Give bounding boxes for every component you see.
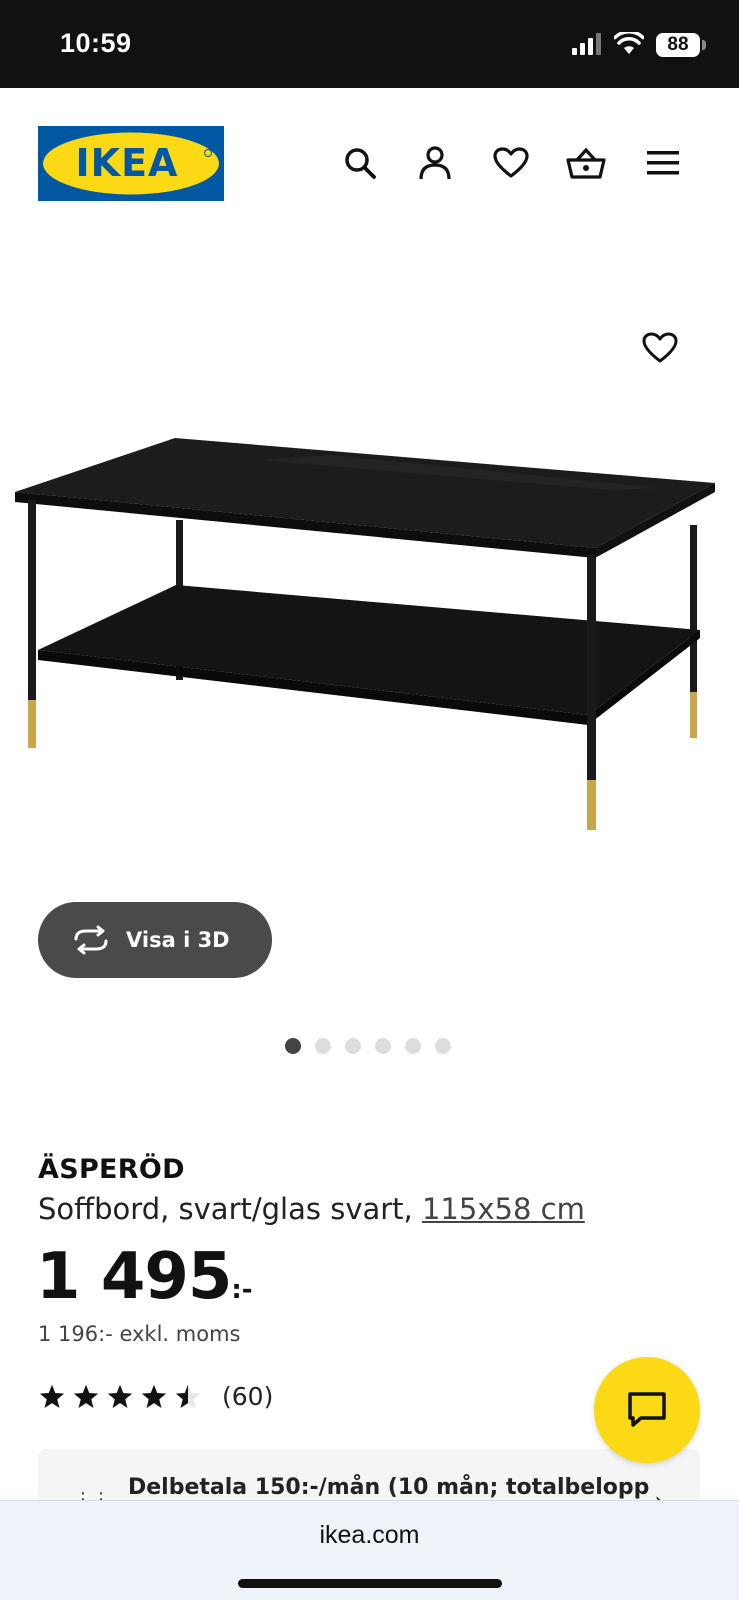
signal-icon [572, 33, 601, 55]
star-icon [141, 1384, 167, 1408]
home-indicator[interactable] [238, 1579, 502, 1588]
product-size-link[interactable]: 115x58 cm [422, 1192, 585, 1226]
logo-text: IKEA [76, 141, 179, 185]
rating-stars [38, 1383, 202, 1411]
battery-indicator: 88 [656, 33, 700, 57]
browser-address-bar: ikea.com [0, 1500, 739, 1600]
rotate-3d-icon [74, 925, 108, 955]
ikea-logo[interactable]: IKEA [38, 126, 224, 201]
wifi-icon [614, 32, 644, 54]
price-suffix: :- [231, 1275, 253, 1305]
carousel-dot[interactable] [315, 1038, 331, 1054]
url-text[interactable]: ikea.com [0, 1521, 739, 1550]
carousel-dot[interactable] [285, 1038, 301, 1054]
chat-button[interactable] [594, 1357, 700, 1463]
product-image[interactable] [10, 430, 730, 850]
heart-icon[interactable] [491, 143, 531, 183]
product-rating[interactable]: (60) [38, 1382, 273, 1411]
view-in-3d-label: Visa i 3D [126, 928, 230, 952]
star-icon [107, 1384, 133, 1408]
menu-icon[interactable] [643, 143, 683, 183]
search-icon[interactable] [340, 143, 380, 183]
product-price: 1 495:- [36, 1240, 253, 1314]
rating-count: (60) [222, 1382, 274, 1411]
carousel-dot[interactable] [345, 1038, 361, 1054]
carousel-dot[interactable] [405, 1038, 421, 1054]
half-star-icon [175, 1384, 201, 1408]
carousel-dot[interactable] [435, 1038, 451, 1054]
basket-icon[interactable] [566, 143, 606, 183]
view-in-3d-button[interactable]: Visa i 3D [38, 902, 272, 978]
site-header: IKEA [0, 88, 739, 238]
status-bar: 10:59 88 [0, 0, 739, 88]
product-description: Soffbord, svart/glas svart, 115x58 cm [38, 1192, 585, 1226]
star-icon [73, 1384, 99, 1408]
price-excl-vat: 1 196:- exkl. moms [38, 1322, 241, 1346]
clock: 10:59 [60, 28, 132, 58]
product-name: ÄSPERÖD [38, 1154, 185, 1185]
battery-tip [702, 40, 706, 50]
chat-icon [628, 1392, 666, 1427]
star-icon [39, 1384, 65, 1408]
price-value: 1 495 [36, 1240, 232, 1314]
installment-text: Delbetala 150:-/mån (10 mån; totalbelopp [128, 1475, 650, 1500]
image-carousel-dots [285, 1038, 451, 1054]
user-icon[interactable] [415, 143, 455, 183]
product-type: Soffbord, svart/glas svart, [38, 1192, 422, 1226]
carousel-dot[interactable] [375, 1038, 391, 1054]
add-to-favorites-heart-icon[interactable] [642, 332, 684, 374]
